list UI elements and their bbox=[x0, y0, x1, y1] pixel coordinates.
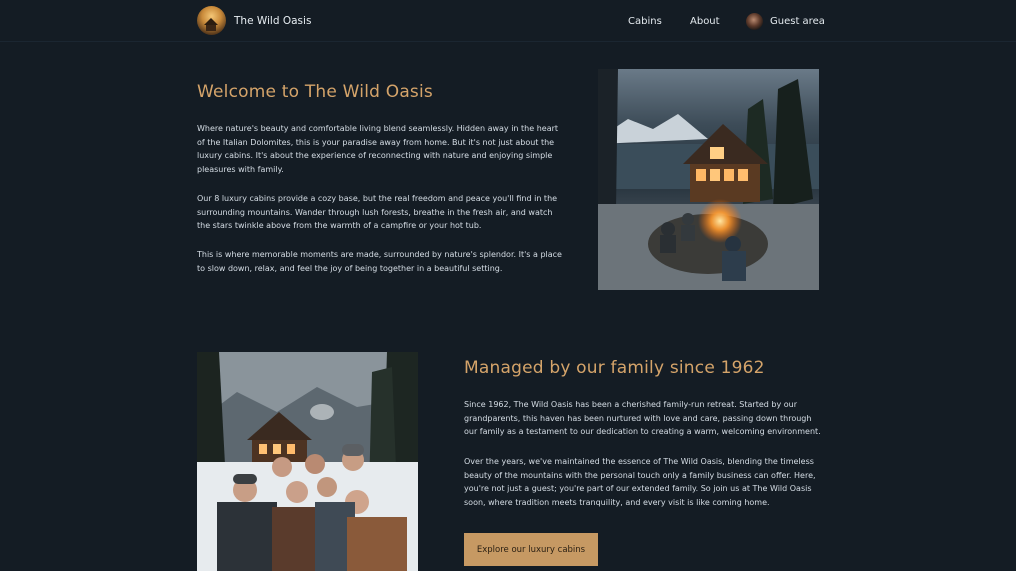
intro-paragraph-1: Where nature's beauty and comfortable li… bbox=[197, 124, 559, 175]
cabin-logo-icon bbox=[197, 6, 226, 35]
brand-logo-link[interactable]: The Wild Oasis bbox=[197, 6, 311, 35]
nav-link-about[interactable]: About bbox=[690, 0, 720, 42]
nav-link-guest-area[interactable]: Guest area bbox=[746, 0, 825, 42]
family-paragraph-2: Over the years, we've maintained the ess… bbox=[464, 457, 816, 508]
guest-area-label: Guest area bbox=[770, 15, 825, 27]
guest-avatar bbox=[746, 12, 763, 30]
family-snow-photo bbox=[197, 352, 418, 571]
welcome-heading: Welcome to The Wild Oasis bbox=[197, 82, 433, 102]
site-header: The Wild Oasis Cabins About Guest area bbox=[0, 0, 1016, 42]
intro-paragraph-2: Our 8 luxury cabins provide a cozy base,… bbox=[197, 194, 558, 231]
brand-name: The Wild Oasis bbox=[234, 14, 312, 27]
nav-link-cabins[interactable]: Cabins bbox=[628, 0, 662, 42]
family-paragraph-1: Since 1962, The Wild Oasis has been a ch… bbox=[464, 400, 821, 437]
family-heading: Managed by our family since 1962 bbox=[464, 358, 765, 378]
intro-paragraph-3: This is where memorable moments are made… bbox=[197, 250, 562, 273]
cabin-campfire-photo bbox=[598, 69, 819, 290]
explore-cabins-button[interactable]: Explore our luxury cabins bbox=[464, 533, 598, 566]
